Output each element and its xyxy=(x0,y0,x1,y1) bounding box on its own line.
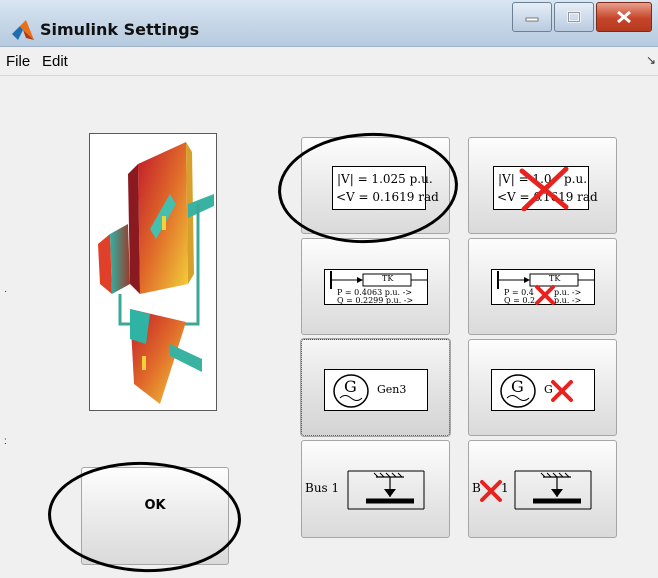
voltage-display-off-button[interactable]: |V| = 1.0 p.u. <V = 0 .1619 rad xyxy=(468,137,617,234)
bus-box: Bus 1 xyxy=(302,469,428,513)
generator-symbol: G xyxy=(344,377,357,396)
voltage-display-box-off: |V| = 1.0 p.u. <V = 0 .1619 rad xyxy=(493,166,598,211)
bus-name-text: Bus 1 xyxy=(305,481,340,495)
line-label-text: TK xyxy=(549,274,561,283)
generator-name-text: Gen3 xyxy=(377,383,407,396)
minimize-icon xyxy=(525,17,539,22)
matlab-logo-icon xyxy=(12,20,34,40)
generator-on-button[interactable]: G Gen3 xyxy=(300,338,451,437)
menu-edit[interactable]: Edit xyxy=(42,53,68,70)
bus-off-button[interactable]: B 1 xyxy=(468,440,617,538)
red-x-icon xyxy=(551,380,573,402)
toolbar-arrow-icon: ↘ xyxy=(645,53,656,67)
simulink-settings-window: Simulink Settings File Edit ↘ · : OK |V|… xyxy=(0,0,658,578)
power-flow-on-button[interactable]: TK P = 0.4063 p.u. -> Q = 0.2299 p.u. -> xyxy=(301,238,450,335)
power-flow-off-button[interactable]: TK P = 0.4 p.u. -> Q = 0.2 p.u. -> xyxy=(468,238,617,335)
bus-on-button[interactable]: Bus 1 xyxy=(301,440,450,538)
red-x-icon xyxy=(519,167,569,211)
bus-box-off: B 1 xyxy=(469,469,595,513)
bus-symbol-icon xyxy=(514,470,592,510)
side-mark-icon: · xyxy=(4,286,8,297)
red-x-icon xyxy=(480,480,502,502)
close-button[interactable] xyxy=(596,2,652,32)
model-preview-image xyxy=(89,133,217,411)
bus-symbol-icon xyxy=(347,470,425,510)
maximize-button[interactable] xyxy=(554,2,594,32)
minimize-button[interactable] xyxy=(512,2,552,32)
side-mark-icon: : xyxy=(4,436,7,447)
power-flow-box: TK P = 0.4063 p.u. -> Q = 0.2299 p.u. -> xyxy=(324,269,428,305)
model-3d-icon xyxy=(98,142,214,404)
title-bar[interactable]: Simulink Settings xyxy=(0,0,658,47)
reactive-power-text: Q = 0.2 xyxy=(504,296,536,305)
power-line-icon xyxy=(330,271,427,289)
maximize-icon xyxy=(567,11,581,23)
generator-off-button[interactable]: G G xyxy=(468,339,617,436)
reactive-power-unit-text: p.u. -> xyxy=(554,296,582,305)
close-icon xyxy=(617,10,631,24)
menu-file[interactable]: File xyxy=(6,53,30,70)
menu-bar: File Edit ↘ xyxy=(0,47,658,76)
reactive-power-text: Q = 0.2299 p.u. -> xyxy=(337,296,414,305)
generator-box: G Gen3 xyxy=(324,369,428,411)
red-x-icon xyxy=(535,285,555,305)
generator-symbol: G xyxy=(511,377,524,396)
power-flow-box-off: TK P = 0.4 p.u. -> Q = 0.2 p.u. -> xyxy=(491,269,595,305)
line-label-text: TK xyxy=(382,274,394,283)
window-title: Simulink Settings xyxy=(40,20,200,39)
generator-box-off: G G xyxy=(491,369,595,411)
